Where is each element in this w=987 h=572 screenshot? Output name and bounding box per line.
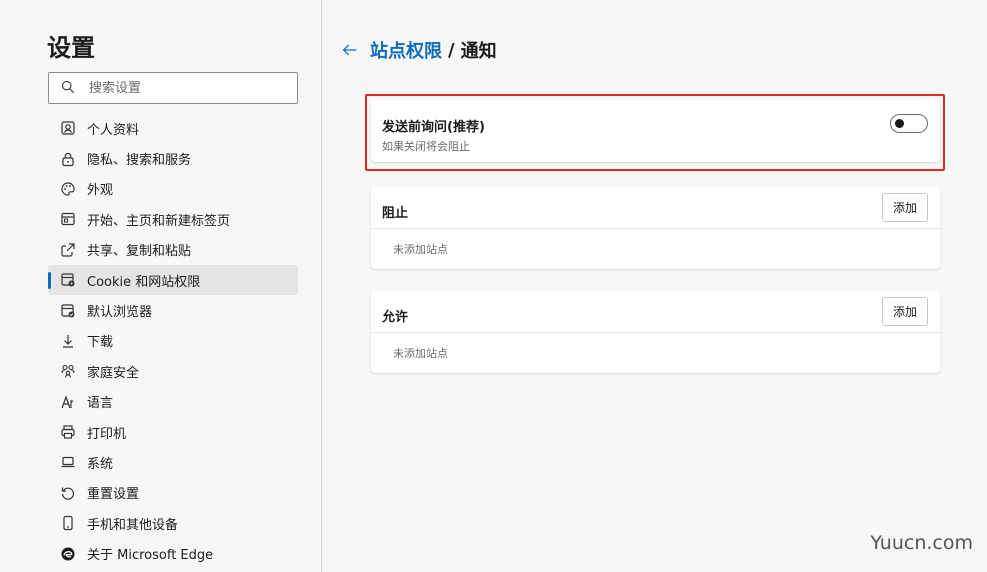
sidebar-item-label: 隐私、搜索和服务 — [87, 153, 192, 169]
default-browser-icon — [60, 303, 76, 319]
sidebar-item-printers[interactable]: 打印机 — [48, 417, 298, 447]
sidebar-item-start-home[interactable]: 开始、主页和新建标签页 — [48, 204, 298, 234]
sidebar-item-label: 外观 — [87, 183, 114, 199]
sidebar-item-appearance[interactable]: 外观 — [48, 174, 298, 204]
ask-before-sending-card: 发送前询问(推荐) 如果关闭将会阻止 — [371, 100, 940, 162]
sidebar-item-label: 手机和其他设备 — [87, 517, 179, 533]
allow-card-header: 允许 添加 — [371, 290, 940, 333]
sidebar-item-default-browser[interactable]: 默认浏览器 — [48, 295, 298, 325]
sidebar-item-label: Cookie 和网站权限 — [87, 274, 201, 290]
breadcrumb-site-permissions-link[interactable]: 站点权限 — [370, 37, 442, 63]
edge-icon — [60, 546, 76, 562]
sidebar-item-cookies-permissions[interactable]: Cookie 和网站权限 — [48, 264, 298, 296]
breadcrumb-separator: / — [448, 39, 455, 61]
sidebar-item-share[interactable]: 共享、复制和粘贴 — [48, 235, 298, 265]
home-tab-icon — [60, 211, 76, 227]
page-title: 通知 — [460, 41, 497, 62]
site-permissions-icon — [60, 272, 76, 288]
profile-icon — [60, 120, 76, 136]
sidebar-item-label: 下载 — [87, 335, 114, 351]
palette-icon — [60, 181, 76, 197]
sidebar-item-language[interactable]: 语言 — [48, 387, 298, 417]
printer-icon — [60, 424, 76, 440]
lock-icon — [60, 151, 76, 167]
sidebar-item-label: 默认浏览器 — [87, 305, 153, 321]
ask-before-sending-label: 发送前询问(推荐) — [382, 120, 485, 135]
ask-before-sending-toggle[interactable] — [890, 114, 928, 133]
sidebar-item-label: 语言 — [87, 396, 114, 412]
sidebar-item-reset[interactable]: 重置设置 — [48, 478, 298, 508]
settings-sidebar: 设置 个人资料 隐私、搜索和服务 外观 — [0, 0, 322, 572]
watermark: Yuucn.com — [870, 532, 973, 554]
sidebar-item-privacy[interactable]: 隐私、搜索和服务 — [48, 143, 298, 173]
download-icon — [60, 333, 76, 349]
settings-title: 设置 — [47, 34, 95, 62]
block-empty-text: 未添加站点 — [393, 243, 448, 256]
allow-add-button[interactable]: 添加 — [882, 297, 928, 326]
sidebar-item-label: 共享、复制和粘贴 — [87, 244, 192, 260]
sidebar-item-phone-devices[interactable]: 手机和其他设备 — [48, 508, 298, 538]
search-input[interactable] — [89, 80, 279, 96]
toggle-knob — [895, 119, 904, 128]
phone-icon — [60, 515, 76, 531]
sidebar-item-profile[interactable]: 个人资料 — [48, 113, 298, 143]
breadcrumb: 站点权限 / 通知 — [340, 36, 497, 64]
allow-empty-text: 未添加站点 — [393, 347, 448, 360]
settings-nav: 个人资料 隐私、搜索和服务 外观 开始、主页和新建标签页 共享、复制和粘贴 Co… — [48, 113, 298, 569]
sidebar-item-about[interactable]: 关于 Microsoft Edge — [48, 538, 298, 568]
share-icon — [60, 242, 76, 258]
back-arrow-icon[interactable] — [340, 40, 360, 60]
sidebar-item-label: 系统 — [87, 456, 114, 472]
language-icon — [60, 394, 76, 410]
laptop-icon — [60, 454, 76, 470]
ask-before-sending-description: 如果关闭将会阻止 — [382, 140, 470, 153]
sidebar-item-label: 关于 Microsoft Edge — [87, 548, 214, 564]
sidebar-item-family[interactable]: 家庭安全 — [48, 356, 298, 386]
sidebar-item-label: 打印机 — [87, 426, 127, 442]
sidebar-item-system[interactable]: 系统 — [48, 447, 298, 477]
sidebar-item-label: 家庭安全 — [87, 365, 140, 381]
search-box[interactable] — [48, 72, 298, 104]
block-card-header: 阻止 添加 — [371, 186, 940, 229]
allow-card: 允许 添加 未添加站点 — [371, 290, 940, 373]
block-card: 阻止 添加 未添加站点 — [371, 186, 940, 269]
block-title: 阻止 — [382, 206, 409, 221]
sidebar-item-downloads[interactable]: 下载 — [48, 326, 298, 356]
reset-icon — [60, 485, 76, 501]
block-add-button[interactable]: 添加 — [882, 193, 928, 222]
sidebar-item-label: 个人资料 — [87, 122, 140, 138]
sidebar-item-label: 开始、主页和新建标签页 — [87, 213, 231, 229]
allow-title: 允许 — [382, 310, 409, 325]
family-icon — [60, 363, 76, 379]
search-icon — [61, 79, 75, 98]
sidebar-item-label: 重置设置 — [87, 487, 140, 503]
